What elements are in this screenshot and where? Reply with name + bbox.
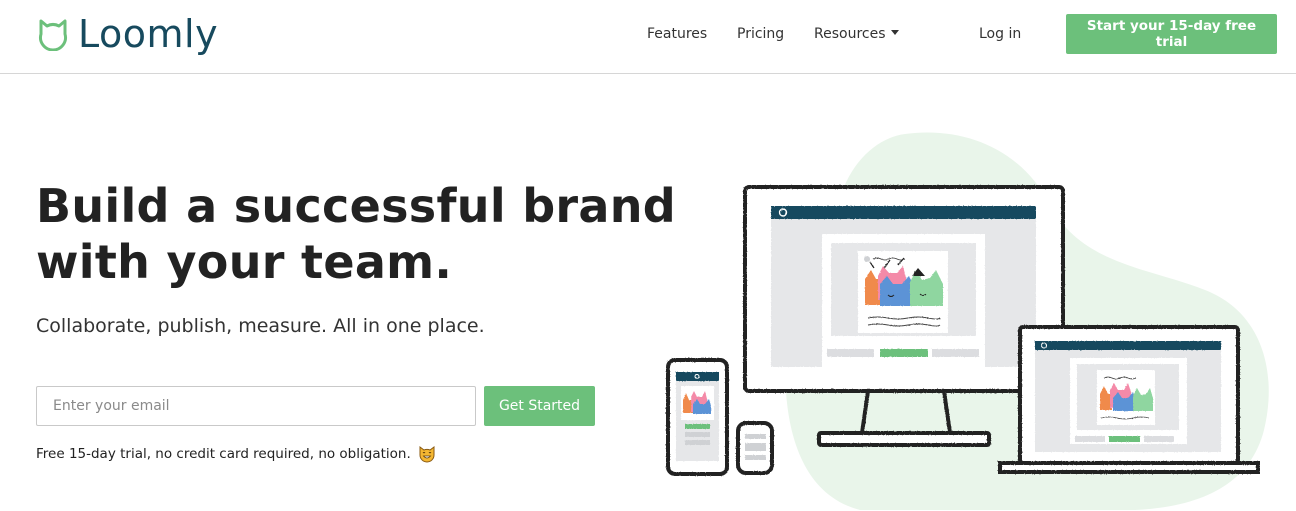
email-input[interactable] (36, 386, 476, 426)
hero-subtitle: Collaborate, publish, measure. All in on… (36, 315, 485, 337)
get-started-button[interactable]: Get Started (484, 386, 595, 426)
nav-pricing[interactable]: Pricing (737, 24, 784, 44)
loomly-cat-icon (39, 19, 67, 51)
caret-down-icon (890, 30, 899, 35)
hero-headline-line2: with your team. (36, 235, 453, 289)
devices-illustration (666, 132, 1269, 510)
logo-wordmark: Loomly (78, 12, 219, 56)
phone (666, 358, 729, 476)
nav-resources-dropdown[interactable]: Resources (814, 24, 899, 44)
start-trial-button[interactable]: Start your 15-day free trial (1066, 14, 1277, 54)
laptop (998, 325, 1260, 474)
hero-headline: Build a successful brand with your team. (36, 178, 676, 290)
cat-face-emoji-icon (419, 446, 435, 463)
smartwatch (736, 421, 774, 475)
logo-link[interactable]: Loomly (36, 12, 218, 56)
trial-note-text: Free 15-day trial, no credit card requir… (36, 446, 411, 462)
hero-headline-line1: Build a successful brand (36, 179, 677, 233)
nav-resources-label: Resources (814, 26, 886, 42)
trial-note: Free 15-day trial, no credit card requir… (36, 444, 436, 464)
nav-login[interactable]: Log in (979, 24, 1021, 44)
top-navbar: Loomly Features Pricing Resources Log in… (0, 0, 1296, 74)
nav-features[interactable]: Features (647, 24, 707, 44)
